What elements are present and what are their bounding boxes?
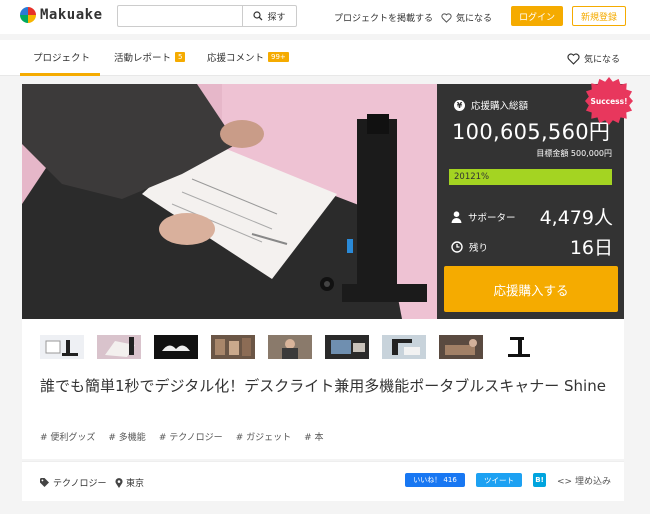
tag-link[interactable]: # テクノロジー bbox=[159, 430, 223, 443]
post-project-link[interactable]: プロジェクトを掲載する bbox=[334, 11, 433, 24]
search-input[interactable] bbox=[118, 6, 242, 26]
comments-count-badge: 99+ bbox=[268, 52, 289, 62]
scanner-photo bbox=[22, 84, 437, 319]
project-content: 誰でも簡単1秒でデジタル化！デスクライト兼用多機能ポータブルスキャナー Shin… bbox=[22, 319, 624, 459]
location-label: 東京 bbox=[126, 479, 145, 489]
tab-project[interactable]: プロジェクト bbox=[33, 50, 90, 64]
funding-target: 目標金額 500,000円 bbox=[536, 149, 612, 158]
thumbnail-strip bbox=[40, 335, 553, 359]
funding-progress-bar: 20121% bbox=[449, 169, 612, 185]
days-left-label: 残り bbox=[469, 242, 489, 254]
thumbnail-image bbox=[154, 335, 198, 359]
thumbnail-9[interactable] bbox=[496, 335, 540, 359]
funding-label: 応援購入総額 bbox=[471, 101, 529, 112]
login-button[interactable]: ログイン bbox=[511, 6, 563, 26]
thumbnail-image bbox=[268, 335, 312, 359]
logo-text: Makuake bbox=[40, 7, 103, 23]
search-icon bbox=[253, 11, 263, 21]
makuake-logo[interactable]: Makuake bbox=[20, 7, 103, 23]
search-button[interactable]: 探す bbox=[242, 6, 296, 26]
thumbnail-2[interactable] bbox=[97, 335, 141, 359]
tag-link[interactable]: # 本 bbox=[304, 430, 323, 443]
support-purchase-button[interactable]: 応援購入する bbox=[444, 266, 618, 312]
thumbnail-image bbox=[40, 335, 84, 359]
funding-label-row: ¥ 応援購入総額 bbox=[454, 98, 528, 112]
supporters-label: サポーター bbox=[468, 212, 516, 224]
thumbnail-6[interactable] bbox=[325, 335, 369, 359]
category-label: テクノロジー bbox=[53, 479, 107, 489]
project-tabs: プロジェクト 活動レポート 5 応援コメント 99+ 気になる bbox=[0, 40, 650, 76]
thumbnail-image bbox=[382, 335, 426, 359]
active-tab-indicator bbox=[20, 73, 100, 76]
facebook-like-button[interactable]: いいね！ 416 bbox=[405, 473, 465, 487]
project-main-image[interactable] bbox=[22, 84, 437, 319]
supporters-value: 4,479人 bbox=[539, 207, 613, 229]
person-icon bbox=[451, 210, 462, 223]
funding-amount: 100,605,560円 bbox=[452, 120, 611, 144]
funding-panel: ¥ 応援購入総額 100,605,560円 目標金額 500,000円 2012… bbox=[437, 77, 633, 319]
tag-icon bbox=[40, 478, 49, 487]
category-link[interactable]: テクノロジー bbox=[40, 476, 106, 489]
yen-icon: ¥ bbox=[454, 99, 465, 111]
favorites-label: 気になる bbox=[456, 14, 493, 24]
thumbnail-5[interactable] bbox=[268, 335, 312, 359]
search-button-label: 探す bbox=[267, 12, 286, 23]
location-link[interactable]: 東京 bbox=[115, 476, 144, 489]
register-button[interactable]: 新規登録 bbox=[572, 6, 626, 26]
heart-icon bbox=[567, 52, 580, 65]
logo-mark-icon bbox=[20, 7, 36, 23]
heart-icon bbox=[441, 12, 452, 23]
project-title: 誰でも簡単1秒でデジタル化！デスクライト兼用多機能ポータブルスキャナー Shin… bbox=[40, 377, 606, 395]
thumbnail-3[interactable] bbox=[154, 335, 198, 359]
favorite-project-button[interactable]: 気になる bbox=[567, 52, 620, 65]
site-header: Makuake 探す プロジェクトを掲載する 気になる ログイン 新規登録 bbox=[0, 0, 650, 34]
tag-link[interactable]: # 多機能 bbox=[108, 430, 145, 443]
thumbnail-4[interactable] bbox=[211, 335, 255, 359]
embed-link[interactable]: <> 埋め込み bbox=[557, 474, 611, 487]
tab-report-label: 活動レポート bbox=[114, 53, 172, 64]
project-meta-bar: テクノロジー 東京 いいね！ 416 ツイート B! <> 埋め込み bbox=[22, 461, 624, 501]
thumbnail-7[interactable] bbox=[382, 335, 426, 359]
thumbnail-image bbox=[496, 335, 540, 359]
tab-comments-label: 応援コメント bbox=[207, 53, 265, 64]
clock-icon bbox=[451, 240, 463, 253]
tab-comments[interactable]: 応援コメント 99+ bbox=[207, 50, 289, 64]
days-left-row: 残り 16日 bbox=[451, 233, 613, 260]
hatena-bookmark-button[interactable]: B! bbox=[533, 473, 546, 487]
success-badge: Success! bbox=[585, 77, 633, 125]
thumbnail-image bbox=[211, 335, 255, 359]
thumbnail-image bbox=[439, 335, 483, 359]
tweet-button[interactable]: ツイート bbox=[476, 473, 522, 487]
location-pin-icon bbox=[115, 477, 123, 488]
tag-link[interactable]: # ガジェット bbox=[236, 430, 291, 443]
favorite-label: 気になる bbox=[584, 55, 621, 65]
thumbnail-image bbox=[97, 335, 141, 359]
tab-project-label: プロジェクト bbox=[33, 53, 91, 64]
tag-list: # 便利グッズ # 多機能 # テクノロジー # ガジェット # 本 bbox=[40, 430, 337, 443]
thumbnail-image bbox=[325, 335, 369, 359]
thumbnail-8[interactable] bbox=[439, 335, 483, 359]
report-count-badge: 5 bbox=[175, 52, 186, 62]
funding-percent: 20121% bbox=[454, 172, 490, 182]
search-box: 探す bbox=[117, 5, 297, 27]
favorites-link[interactable]: 気になる bbox=[441, 11, 492, 24]
thumbnail-1[interactable] bbox=[40, 335, 84, 359]
days-left-value: 16日 bbox=[569, 237, 613, 259]
supporters-row: サポーター 4,479人 bbox=[451, 203, 613, 230]
tag-link[interactable]: # 便利グッズ bbox=[40, 430, 95, 443]
tab-report[interactable]: 活動レポート 5 bbox=[114, 50, 186, 64]
